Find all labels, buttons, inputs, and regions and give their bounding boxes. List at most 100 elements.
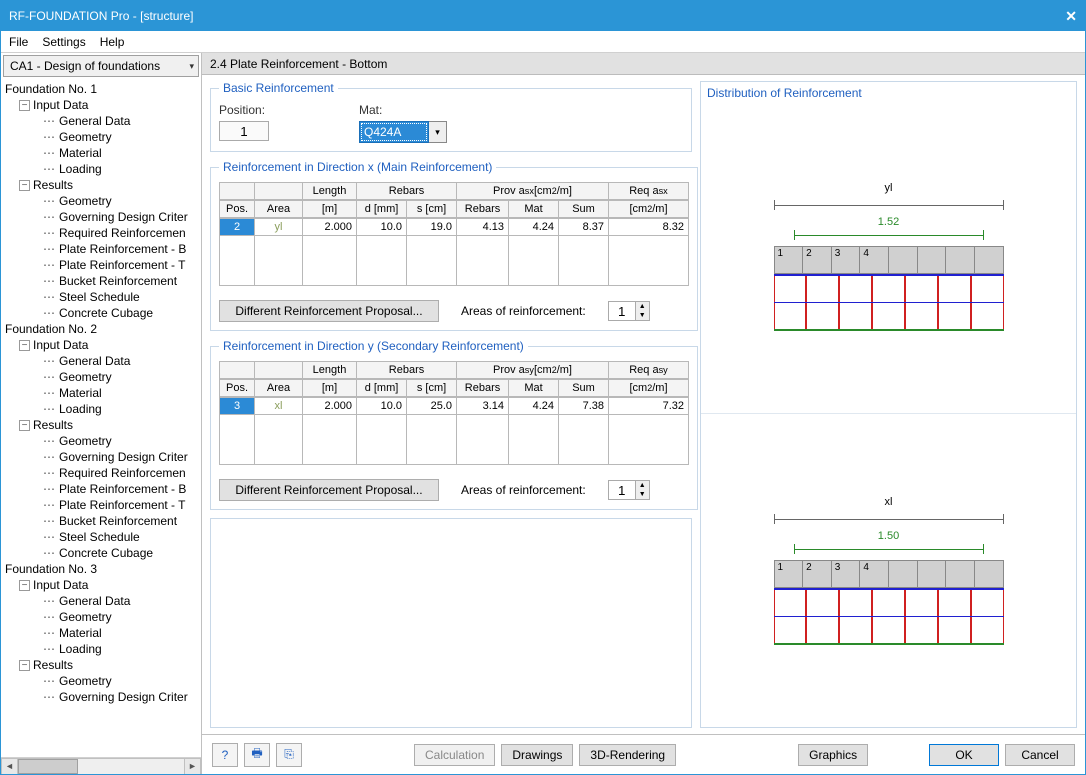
tree-item[interactable]: ⋯Concrete Cubage [3, 545, 201, 561]
chevron-down-icon[interactable]: ▼ [636, 490, 649, 499]
grid-cell[interactable]: xl [255, 397, 303, 415]
tree-item[interactable]: ⋯Geometry [3, 369, 201, 385]
ry-grid[interactable]: LengthRebarsProv a sy [cm2/m]Req a syPos… [219, 361, 689, 465]
tree-item[interactable]: ⋯Loading [3, 641, 201, 657]
grid-cell[interactable]: yl [255, 218, 303, 236]
tree-item[interactable]: ⋯Concrete Cubage [3, 305, 201, 321]
tree-item[interactable]: ⋯Geometry [3, 609, 201, 625]
tree-item[interactable]: ⋯Bucket Reinforcement [3, 513, 201, 529]
drawings-button[interactable]: Drawings [501, 744, 573, 766]
tree-item[interactable]: Foundation No. 1 [3, 81, 201, 97]
tree-item[interactable]: −Results [3, 177, 201, 193]
dia-cell-num: 1 [774, 560, 804, 588]
tree-item[interactable]: ⋯Geometry [3, 129, 201, 145]
ry-areas-value[interactable] [608, 480, 636, 500]
menu-help[interactable]: Help [100, 35, 125, 49]
tree-item[interactable]: ⋯Material [3, 625, 201, 641]
rx-areas-stepper[interactable]: ▲▼ [608, 301, 650, 321]
cancel-button[interactable]: Cancel [1005, 744, 1075, 766]
tree-item[interactable]: ⋯Steel Schedule [3, 529, 201, 545]
ry-proposal-button[interactable]: Different Reinforcement Proposal... [219, 479, 439, 501]
tree-item[interactable]: ⋯General Data [3, 353, 201, 369]
3d-rendering-button[interactable]: 3D-Rendering [579, 744, 676, 766]
menu-settings[interactable]: Settings [42, 35, 85, 49]
tree-item[interactable]: ⋯Required Reinforcemen [3, 225, 201, 241]
graphics-button[interactable]: Graphics [798, 744, 868, 766]
tree-item[interactable]: ⋯Material [3, 145, 201, 161]
tree-item[interactable]: ⋯Bucket Reinforcement [3, 273, 201, 289]
dia-cell-num: 4 [860, 560, 889, 588]
dia-cell-num: 4 [860, 246, 889, 274]
case-combo[interactable]: CA1 - Design of foundations ▾ [3, 55, 199, 77]
scroll-right-icon[interactable]: ► [184, 758, 201, 775]
tree-item[interactable]: ⋯Geometry [3, 193, 201, 209]
tree-item[interactable]: ⋯Governing Design Criter [3, 689, 201, 705]
grid-cell[interactable]: 19.0 [407, 218, 457, 236]
tree-item[interactable]: −Input Data [3, 577, 201, 593]
tree-item[interactable]: ⋯Plate Reinforcement - B [3, 241, 201, 257]
chevron-up-icon[interactable]: ▲ [636, 302, 649, 311]
chevron-down-icon[interactable]: ▼ [636, 311, 649, 320]
tree-item[interactable]: ⋯Plate Reinforcement - T [3, 257, 201, 273]
tree-item[interactable]: ⋯Steel Schedule [3, 289, 201, 305]
tree-item[interactable]: ⋯Governing Design Criter [3, 209, 201, 225]
grid-cell[interactable]: 2.000 [303, 218, 357, 236]
case-combo-label: CA1 - Design of foundations [10, 59, 160, 73]
tree-item[interactable]: −Input Data [3, 97, 201, 113]
grid-cell[interactable]: 8.37 [559, 218, 609, 236]
close-icon[interactable]: ✕ [1065, 8, 1077, 25]
calculation-button[interactable]: Calculation [414, 744, 495, 766]
empty-group [210, 518, 692, 728]
tree-item[interactable]: −Results [3, 417, 201, 433]
grid-cell[interactable]: 7.38 [559, 397, 609, 415]
rx-grid[interactable]: LengthRebarsProv a sx [cm2/m]Req a sxPos… [219, 182, 689, 286]
grid-cell[interactable]: 4.13 [457, 218, 509, 236]
mat-select-chevron-icon[interactable]: ▾ [429, 121, 447, 143]
tree-item[interactable]: ⋯Material [3, 385, 201, 401]
tree-item[interactable]: ⋯General Data [3, 113, 201, 129]
grid-cell[interactable]: 2 [219, 218, 255, 236]
tree-item[interactable]: ⋯Plate Reinforcement - B [3, 481, 201, 497]
tree-item[interactable]: ⋯Plate Reinforcement - T [3, 497, 201, 513]
tree-item[interactable]: ⋯Geometry [3, 673, 201, 689]
tree-item[interactable]: −Results [3, 657, 201, 673]
tree-item[interactable]: ⋯Loading [3, 161, 201, 177]
grid-cell[interactable]: 4.24 [509, 218, 559, 236]
tree-item[interactable]: Foundation No. 3 [3, 561, 201, 577]
print-icon[interactable]: 🖶 [244, 743, 270, 767]
tree-item[interactable]: ⋯Required Reinforcemen [3, 465, 201, 481]
grid-cell[interactable]: 25.0 [407, 397, 457, 415]
grid-cell[interactable]: 4.24 [509, 397, 559, 415]
grid-cell[interactable]: 10.0 [357, 218, 407, 236]
tree-item[interactable]: ⋯General Data [3, 593, 201, 609]
rx-proposal-button[interactable]: Different Reinforcement Proposal... [219, 300, 439, 322]
tree-hscroll[interactable]: ◄ ► [1, 757, 201, 774]
grid-cell[interactable]: 10.0 [357, 397, 407, 415]
tree-item[interactable]: ⋯Geometry [3, 433, 201, 449]
tree-item[interactable]: Foundation No. 2 [3, 321, 201, 337]
grid-cell[interactable]: 3 [219, 397, 255, 415]
help-icon[interactable]: ? [212, 743, 238, 767]
rx-areas-label: Areas of reinforcement: [461, 304, 586, 318]
scroll-left-icon[interactable]: ◄ [1, 758, 18, 775]
ry-areas-stepper[interactable]: ▲▼ [608, 480, 650, 500]
grid-cell[interactable]: 3.14 [457, 397, 509, 415]
dia-cell-num: 1 [774, 246, 804, 274]
chevron-up-icon[interactable]: ▲ [636, 481, 649, 490]
dist-top-axis: yl [774, 182, 1004, 194]
grid-cell[interactable]: 2.000 [303, 397, 357, 415]
menu-file[interactable]: File [9, 35, 28, 49]
ok-button[interactable]: OK [929, 744, 999, 766]
scroll-thumb[interactable] [18, 759, 78, 774]
tree-item[interactable]: ⋯Loading [3, 401, 201, 417]
export-icon[interactable]: ⎘ [276, 743, 302, 767]
reinforcement-y-group: Reinforcement in Direction y (Secondary … [210, 339, 698, 510]
grid-cell[interactable]: 7.32 [609, 397, 689, 415]
basic-reinforcement-group: Basic Reinforcement Position: Mat: Q424A [210, 81, 692, 152]
grid-cell[interactable]: 8.32 [609, 218, 689, 236]
navigation-tree[interactable]: Foundation No. 1−Input Data⋯General Data… [1, 77, 201, 757]
mat-select-value[interactable]: Q424A [359, 121, 429, 143]
rx-areas-value[interactable] [608, 301, 636, 321]
tree-item[interactable]: ⋯Governing Design Criter [3, 449, 201, 465]
tree-item[interactable]: −Input Data [3, 337, 201, 353]
